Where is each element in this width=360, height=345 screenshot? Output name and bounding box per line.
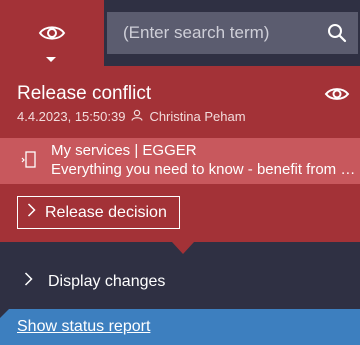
panel-meta: 4.4.2023, 15:50:39 Christina Peham <box>17 109 246 124</box>
person-icon <box>131 109 144 124</box>
chevron-right-icon <box>24 272 34 291</box>
eye-icon[interactable] <box>324 86 350 107</box>
caret-down-icon <box>46 57 56 62</box>
mobile-device-icon <box>21 150 37 175</box>
conflict-panel: Release conflict 4.4.2023, 15:50:39 Chri… <box>0 66 360 242</box>
user-name: Christina Peham <box>149 109 246 124</box>
timestamp: 4.4.2023, 15:50:39 <box>17 109 126 124</box>
panel-title: Release conflict <box>17 83 152 104</box>
footer-corner <box>0 309 9 318</box>
release-decision-label: Release decision <box>45 203 167 221</box>
show-status-report-link[interactable]: Show status report <box>17 318 150 336</box>
service-item[interactable]: My services | EGGER Everything you need … <box>0 138 360 184</box>
chevron-right-icon <box>27 203 37 222</box>
view-toggle-tab[interactable] <box>0 0 104 66</box>
search-input[interactable] <box>107 12 317 54</box>
panel-pointer <box>172 242 194 254</box>
search-icon[interactable] <box>326 22 348 44</box>
service-description: Everything you need to know - benefit fr… <box>51 161 356 178</box>
display-changes-link[interactable]: Display changes <box>24 272 165 291</box>
eye-icon <box>38 24 66 47</box>
display-changes-label: Display changes <box>48 272 166 290</box>
search-box <box>107 12 358 54</box>
top-bar <box>0 0 360 66</box>
service-title: My services | EGGER <box>51 142 197 159</box>
footer-bar: Show status report <box>0 309 360 345</box>
release-decision-button[interactable]: Release decision <box>17 196 180 229</box>
